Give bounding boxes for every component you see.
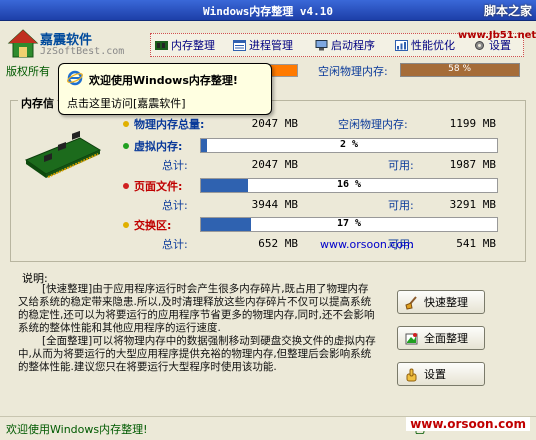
free-memory-percent-top: 58 % [448, 64, 471, 74]
logo-url[interactable]: JzSoftBest.com [40, 46, 124, 57]
description-text: [快速整理]由于应用程序运行时会产生很多内存碎片,既占用了物理内存又给系统的稳定… [18, 283, 376, 374]
toolbar-performance[interactable]: 性能优化 [395, 37, 455, 53]
virtual-total-label: 总计: [162, 159, 188, 172]
page-file-percent: 16 % [336, 179, 362, 190]
free-memory-bar-top: 58 % [400, 63, 520, 77]
house-logo-icon [7, 29, 39, 58]
settings-button[interactable]: 设置 [397, 362, 485, 386]
page-file-bar: 16 % [200, 178, 498, 193]
swap-percent: 17 % [336, 218, 362, 229]
quick-cleanup-button[interactable]: 快速整理 [397, 290, 485, 314]
hand-settings-icon [406, 368, 417, 381]
toolbar-performance-label: 性能优化 [411, 39, 455, 52]
swap-bar: 17 % [200, 217, 498, 232]
cleanup-icon [405, 332, 418, 344]
description-full: [全面整理]可以将物理内存中的数据强制移动到硬盘交换文件的虚拟内存中,从而为将要… [18, 335, 376, 373]
page-total-value: 3944 MB [251, 198, 298, 211]
toolbar-startup-programs-label: 启动程序 [331, 39, 375, 52]
virtual-memory-label: 虚拟内存: [134, 140, 183, 153]
toolbar-process-manager-label: 进程管理 [249, 39, 293, 52]
memory-chip-icon [155, 40, 168, 50]
virtual-avail-value: 1987 MB [449, 158, 496, 171]
bullet-icon [123, 183, 129, 189]
virtual-total-value: 2047 MB [251, 158, 298, 171]
bullet-icon [123, 121, 129, 127]
title-bar[interactable]: Windows内存整理 v4.10 脚本之家 [0, 0, 536, 21]
virtual-avail-label: 可用: [388, 159, 414, 172]
tooltip-title: 欢迎使用Windows内存整理! [89, 74, 238, 87]
page-file-label: 页面文件: [134, 180, 183, 193]
page-avail-value: 3291 MB [449, 198, 496, 211]
window-list-icon [233, 39, 246, 51]
virtual-memory-bar: 2 % [200, 138, 498, 153]
broom-icon [405, 295, 417, 310]
watermark-orsoon: www.orsoon.com [320, 238, 414, 251]
gear-icon [475, 40, 484, 50]
free-memory-label-top: 空闲物理内存: [318, 65, 388, 78]
window-title: Windows内存整理 v4.10 [202, 5, 334, 18]
free-memory-value: 1199 MB [449, 117, 496, 130]
bullet-icon [123, 222, 129, 228]
memory-info-group-title: 内存信 [18, 95, 57, 111]
watermark-jb51: www.Jb51.net [458, 30, 536, 41]
swap-avail-value: 541 MB [456, 237, 496, 250]
toolbar-memory-cleanup-label: 内存整理 [171, 39, 215, 52]
tooltip-link[interactable]: 点击这里访问[嘉震软件] [67, 95, 186, 111]
page-total-label: 总计: [162, 199, 188, 212]
status-text: 欢迎使用Windows内存整理! [6, 423, 148, 436]
welcome-tooltip[interactable]: 欢迎使用Windows内存整理! 点击这里访问[嘉震软件] [58, 63, 272, 115]
ram-module-icon [24, 130, 102, 178]
swap-total-label: 总计: [162, 238, 188, 251]
quick-cleanup-label: 快速整理 [424, 296, 468, 309]
settings-label: 设置 [424, 368, 446, 381]
watermark-top: 脚本之家 [483, 4, 532, 18]
swap-label: 交换区: [134, 219, 172, 232]
toolbar-startup-programs[interactable]: 启动程序 [315, 37, 375, 53]
toolbar-memory-cleanup[interactable]: 内存整理 [155, 37, 215, 53]
full-cleanup-button[interactable]: 全面整理 [397, 326, 485, 350]
toolbar-process-manager[interactable]: 进程管理 [233, 37, 293, 53]
page-avail-label: 可用: [388, 199, 414, 212]
computer-icon [315, 39, 328, 50]
physical-memory-value: 2047 MB [251, 117, 298, 130]
watermark-bottom: www.orsoon.com [406, 417, 530, 431]
description-quick: [快速整理]由于应用程序运行时会产生很多内存碎片,既占用了物理内存又给系统的稳定… [18, 283, 375, 334]
chart-icon [395, 39, 408, 51]
copyright-text: 版权所有 [6, 65, 50, 78]
ie-icon [67, 70, 83, 86]
swap-total-value: 652 MB [258, 237, 298, 250]
bullet-icon [123, 143, 129, 149]
free-memory-label: 空闲物理内存: [338, 118, 408, 131]
virtual-memory-percent: 2 % [339, 139, 359, 150]
physical-memory-label: 物理内存总量: [134, 118, 205, 131]
full-cleanup-label: 全面整理 [424, 332, 468, 345]
